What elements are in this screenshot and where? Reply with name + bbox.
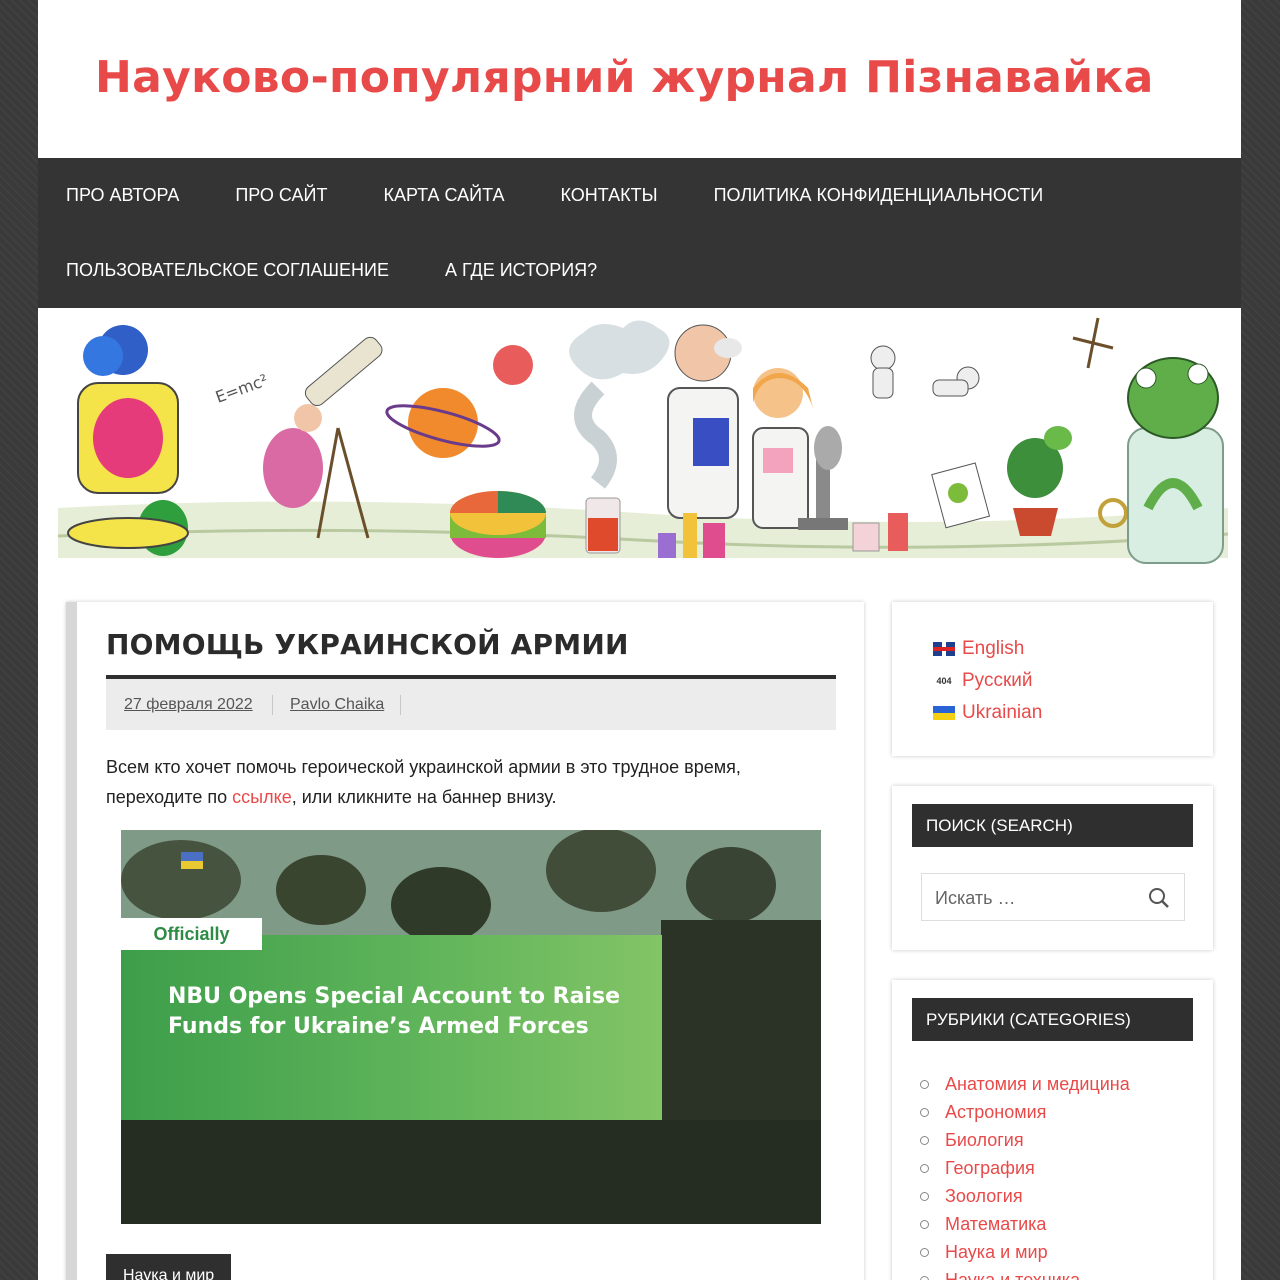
colorful-wheel xyxy=(450,491,546,558)
list-item: Математика xyxy=(920,1210,1130,1238)
bullet-icon xyxy=(920,1135,929,1145)
post-title[interactable]: ПОМОЩЬ УКРАИНСКОЙ АРМИИ xyxy=(106,628,836,661)
nav-item-privacy-policy[interactable]: ПОЛИТИКА КОНФИДЕНЦИАЛЬНОСТИ xyxy=(686,185,1072,206)
girl-scientist-figure xyxy=(752,368,813,529)
language-label: English xyxy=(962,638,1025,659)
nav-item-about-author[interactable]: ПРО АВТОРА xyxy=(38,185,207,206)
header-banner-illustration[interactable]: E=mc² xyxy=(38,308,1241,580)
list-item: Биология xyxy=(920,1126,1130,1154)
help-link[interactable]: ссылке xyxy=(232,787,292,807)
category-link[interactable]: Зоология xyxy=(945,1186,1023,1207)
skeleton-figure xyxy=(67,325,189,556)
language-english[interactable]: English xyxy=(933,638,1024,660)
search-widget: ПОИСК (SEARCH) xyxy=(892,786,1213,950)
ua-flag-icon xyxy=(933,706,955,720)
post-author-link[interactable]: Pavlo Chaika xyxy=(290,696,384,714)
astronauts xyxy=(870,345,980,399)
post-body: Всем кто хочет помочь героической украин… xyxy=(106,752,836,812)
main-content: ПОМОЩЬ УКРАИНСКОЙ АРМИИ 27 февраля 2022 … xyxy=(66,602,864,1280)
category-link[interactable]: Наука и техника xyxy=(945,1270,1080,1280)
category-link[interactable]: Биология xyxy=(945,1130,1024,1151)
nav-row-1: ПРО АВТОРА ПРО САЙТ КАРТА САЙТА КОНТАКТЫ… xyxy=(38,158,1071,233)
bullet-icon xyxy=(920,1079,929,1089)
list-item: Астрономия xyxy=(920,1098,1130,1126)
svg-text:E=mc²: E=mc² xyxy=(213,370,271,406)
post-category-button[interactable]: Наука и мир xyxy=(106,1254,232,1280)
category-link[interactable]: Наука и мир xyxy=(945,1242,1048,1263)
gb-flag-icon xyxy=(933,642,955,656)
nav-item-contacts[interactable]: КОНТАКТЫ xyxy=(533,185,686,206)
page-wrapper: Науково-популярний журнал Пізнавайка ПРО… xyxy=(38,0,1241,1280)
post-date-link[interactable]: 27 февраля 2022 xyxy=(124,696,253,714)
list-item: Зоология xyxy=(920,1182,1130,1210)
language-russian[interactable]: 404 Русский xyxy=(933,670,1033,692)
main-navigation: ПРО АВТОРА ПРО САЙТ КАРТА САЙТА КОНТАКТЫ… xyxy=(38,158,1241,308)
categories-widget: РУБРИКИ (CATEGORIES) Анатомия и медицина… xyxy=(892,980,1213,1280)
bullet-icon xyxy=(920,1107,929,1117)
search-icon[interactable] xyxy=(1148,887,1170,909)
scientist-figure xyxy=(667,324,742,519)
404-flag-icon: 404 xyxy=(936,676,952,686)
search-form xyxy=(921,873,1185,922)
meta-separator xyxy=(272,695,273,715)
category-link[interactable]: Математика xyxy=(945,1214,1046,1235)
list-item: Анатомия и медицина xyxy=(920,1070,1130,1098)
language-label: Русский xyxy=(962,670,1033,691)
site-header: Науково-популярний журнал Пізнавайка xyxy=(38,0,1241,158)
bullet-icon xyxy=(920,1275,929,1280)
search-widget-title: ПОИСК (SEARCH) xyxy=(912,804,1193,847)
nbu-promo-banner[interactable]: Officially NBU Opens Special Account to … xyxy=(121,830,821,1224)
nav-item-history[interactable]: А ГДЕ ИСТОРИЯ? xyxy=(417,260,625,281)
language-ukrainian[interactable]: Ukrainian xyxy=(933,702,1042,724)
bullet-icon xyxy=(920,1191,929,1201)
bullet-icon xyxy=(920,1247,929,1257)
post-article: ПОМОЩЬ УКРАИНСКОЙ АРМИИ 27 февраля 2022 … xyxy=(106,602,836,1280)
nav-item-sitemap[interactable]: КАРТА САЙТА xyxy=(355,185,532,206)
ringed-planet xyxy=(385,388,501,458)
meta-separator xyxy=(400,695,401,715)
nav-row-2: ПОЛЬЗОВАТЕЛЬСКОЕ СОГЛАШЕНИЕ А ГДЕ ИСТОРИ… xyxy=(38,233,625,308)
language-widget: English 404 Русский Ukrainian xyxy=(892,602,1213,756)
post-body-text-end: , или кликните на баннер внизу. xyxy=(291,787,557,807)
list-item: География xyxy=(920,1154,1130,1182)
search-input[interactable] xyxy=(922,874,1137,922)
frog-in-jar xyxy=(1127,357,1224,564)
category-link[interactable]: Анатомия и медицина xyxy=(945,1074,1130,1095)
category-link[interactable]: География xyxy=(945,1158,1035,1179)
post-meta: 27 февраля 2022 Pavlo Chaika xyxy=(106,675,836,730)
bullet-icon xyxy=(920,1219,929,1229)
bullet-icon xyxy=(920,1163,929,1173)
list-item: Наука и техника xyxy=(920,1266,1130,1280)
promo-tag: Officially xyxy=(121,918,262,950)
nav-item-user-agreement[interactable]: ПОЛЬЗОВАТЕЛЬСКОЕ СОГЛАШЕНИЕ xyxy=(38,260,417,281)
site-title[interactable]: Науково-популярний журнал Пізнавайка xyxy=(95,52,1154,103)
categories-widget-title: РУБРИКИ (CATEGORIES) xyxy=(912,998,1193,1041)
promo-headline: NBU Opens Special Account to Raise Funds… xyxy=(168,984,620,1039)
category-link[interactable]: Астрономия xyxy=(945,1102,1046,1123)
list-item: Наука и мир xyxy=(920,1238,1130,1266)
categories-list: Анатомия и медицина Астрономия Биология … xyxy=(920,1070,1130,1280)
nav-item-about-site[interactable]: ПРО САЙТ xyxy=(207,185,355,206)
language-label: Ukrainian xyxy=(962,702,1043,723)
